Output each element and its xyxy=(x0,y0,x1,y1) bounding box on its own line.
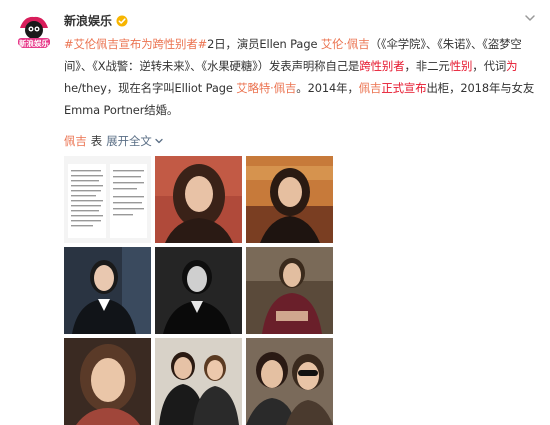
photo-portrait-red[interactable] xyxy=(155,156,242,243)
verified-badge-icon xyxy=(116,15,128,26)
photo-portrait-golden[interactable] xyxy=(246,156,333,243)
post-text-segment: ，代词 xyxy=(472,59,507,73)
name-link[interactable]: 佩吉 xyxy=(359,81,382,95)
expand-text-button[interactable]: 展开全文 xyxy=(106,133,164,149)
sina-ent-logo: 新浪娱乐 xyxy=(14,12,54,52)
keyword-highlight: 为 xyxy=(506,59,518,73)
photo-closeup[interactable] xyxy=(64,338,151,425)
photo-portrait-bw[interactable] xyxy=(155,247,242,334)
name-link[interactable]: 艾伦·佩吉 xyxy=(321,37,370,51)
keyword-highlight: 正式宣布 xyxy=(381,81,427,95)
post-text-segment: ，非二元 xyxy=(404,59,450,73)
chevron-down-icon[interactable] xyxy=(524,12,536,24)
post-text: #艾伦佩吉宣布为跨性别者#2日，演员Ellen Page 艾伦·佩吉（《伞学院》… xyxy=(64,33,542,121)
keyword-highlight: 跨性别者 xyxy=(359,59,405,73)
photo-seated-casual[interactable] xyxy=(246,247,333,334)
photo-statement-screenshot[interactable] xyxy=(64,156,151,243)
svg-text:新浪娱乐: 新浪娱乐 xyxy=(19,38,49,48)
photo-suit-dark[interactable] xyxy=(64,247,151,334)
post-text-segment: 2日，演员Ellen Page xyxy=(207,37,321,51)
photo-grid xyxy=(64,156,333,425)
keyword-highlight: 性别 xyxy=(449,59,473,73)
name-link[interactable]: 佩吉 xyxy=(64,133,87,149)
expand-text-label: 展开全文 xyxy=(106,134,152,148)
photo-couple[interactable] xyxy=(155,338,242,425)
photo-selfie-pair[interactable] xyxy=(246,338,333,425)
footer-text: 表 xyxy=(90,134,103,148)
hashtag-link[interactable]: #艾伦佩吉宣布为跨性别者# xyxy=(64,37,207,51)
user-name-row: 新浪娱乐 xyxy=(64,12,128,29)
post-text-segment: 。2014年， xyxy=(296,81,359,95)
chevron-down-icon xyxy=(155,138,163,144)
post-footer-row: 佩吉表 展开全文 xyxy=(64,133,164,149)
name-link[interactable]: 艾略特·佩吉 xyxy=(236,81,296,95)
user-name[interactable]: 新浪娱乐 xyxy=(64,12,112,29)
avatar[interactable]: 新浪娱乐 xyxy=(14,12,54,52)
post-text-segment: he/they，现在名字叫Elliot Page xyxy=(64,81,237,95)
